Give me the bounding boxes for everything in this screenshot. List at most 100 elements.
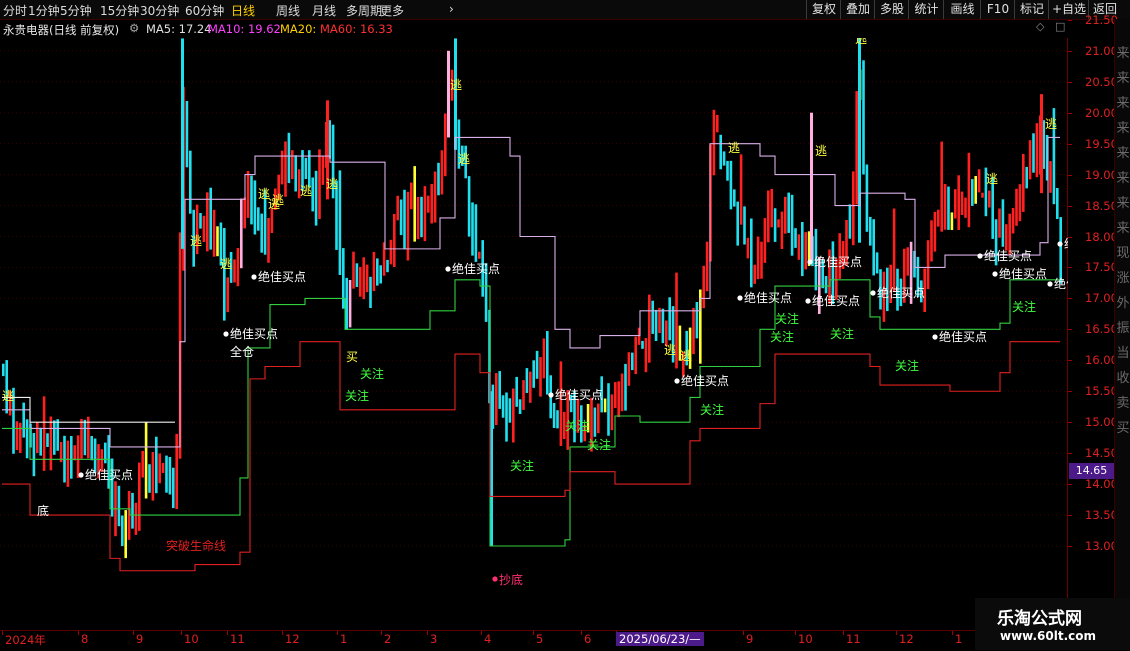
price-bar xyxy=(406,191,410,261)
watch-label: 关注 xyxy=(770,329,794,344)
price-bar xyxy=(780,211,784,249)
signal-dot xyxy=(492,576,498,582)
period-tab-3[interactable]: 15分钟 xyxy=(100,2,139,19)
minimize-icon[interactable]: □ xyxy=(1055,20,1065,33)
price-bar xyxy=(359,266,362,297)
price-bar xyxy=(767,190,770,243)
price-bar xyxy=(189,150,192,214)
price-tick xyxy=(1068,50,1072,52)
period-tab-7[interactable]: 周线 xyxy=(276,2,300,19)
price-bar xyxy=(314,170,318,226)
price-bar xyxy=(413,166,416,242)
date-tick-label: 3 xyxy=(430,632,438,646)
ma60-label: MA60: 16.33 xyxy=(320,22,393,36)
stock-title: 永贵电器(日线 前复权) xyxy=(3,23,120,37)
price-bar xyxy=(1059,217,1062,284)
price-bar xyxy=(90,436,93,461)
kline-chart[interactable]: 逃逃逃逃 逃逃 逃逃 逃逃 逃逃逃逃逃逃逃绝佳买点绝佳买点绝佳买点绝佳买点绝佳买点绝佳买… xyxy=(0,38,1068,630)
price-bar xyxy=(467,176,471,237)
strip-char: 卖 xyxy=(1116,396,1130,411)
period-tab-10[interactable]: 更多 xyxy=(380,2,404,19)
price-bar xyxy=(692,307,695,355)
price-bar xyxy=(848,204,852,239)
date-tick-label: 2024年 xyxy=(5,633,46,647)
chevron-right-icon[interactable]: › xyxy=(449,2,454,16)
period-tab-4[interactable]: 30分钟 xyxy=(140,2,179,19)
date-tick-label: 9 xyxy=(136,632,144,646)
price-bar xyxy=(763,218,767,263)
price-tick xyxy=(1068,515,1072,517)
price-bar xyxy=(134,502,138,535)
date-tick xyxy=(427,631,428,635)
signal-dot xyxy=(251,274,257,280)
diamond-icon[interactable]: ◇ xyxy=(1036,20,1044,33)
price-bar xyxy=(610,394,614,431)
price-bar xyxy=(852,171,855,246)
price-bar xyxy=(80,418,83,459)
period-tab-1[interactable]: 1分钟 xyxy=(28,2,60,19)
price-bar xyxy=(365,264,369,293)
date-tick xyxy=(337,631,338,635)
period-tab-9[interactable]: 多周期 xyxy=(346,2,382,19)
best-buy-label: 绝佳买点 xyxy=(814,254,862,269)
toolbar-button-7[interactable]: +自选 xyxy=(1048,0,1089,19)
price-bar xyxy=(243,197,246,229)
settings-icon[interactable]: ⚙ xyxy=(129,21,139,35)
price-bar xyxy=(498,371,501,409)
price-bar xyxy=(872,219,875,276)
price-bar xyxy=(1035,123,1039,178)
price-bar xyxy=(32,433,36,477)
price-bar xyxy=(654,309,658,341)
price-bar xyxy=(25,419,29,459)
date-tick-label: 10 xyxy=(798,632,813,646)
price-bar xyxy=(794,228,797,248)
price-bar xyxy=(124,510,127,559)
toolbar-button-6[interactable]: 标记 xyxy=(1014,0,1049,19)
price-bar xyxy=(501,395,505,418)
price-bar xyxy=(2,363,5,377)
current-price-tag: 14.65 xyxy=(1069,463,1114,479)
toolbar-button-5[interactable]: F10 xyxy=(980,0,1015,19)
price-tick-label: 15.50 xyxy=(1085,384,1118,399)
signal-dot xyxy=(805,298,811,304)
date-tick xyxy=(581,631,582,635)
signal-dot xyxy=(1057,241,1063,247)
price-tick xyxy=(1068,546,1072,547)
price-bar xyxy=(950,212,954,230)
price-bar xyxy=(940,141,943,232)
strip-char: 来 xyxy=(1116,221,1130,236)
price-bar xyxy=(454,38,457,150)
date-tick-label: 4 xyxy=(484,632,492,646)
price-tick-label: 18.50 xyxy=(1085,198,1118,213)
period-tab-2[interactable]: 5分钟 xyxy=(60,2,92,19)
price-bar xyxy=(505,392,508,442)
date-tick xyxy=(227,631,228,635)
price-bar xyxy=(376,258,379,286)
price-bar xyxy=(515,376,518,407)
price-bar xyxy=(46,433,49,447)
price-bar xyxy=(216,226,219,257)
toolbar-button-0[interactable]: 复权 xyxy=(806,0,841,19)
period-tab-8[interactable]: 月线 xyxy=(312,2,336,19)
price-bar xyxy=(790,194,794,256)
price-bar xyxy=(810,112,813,262)
toolbar-button-1[interactable]: 叠加 xyxy=(840,0,875,19)
price-bar xyxy=(141,450,144,478)
toolbar-button-3[interactable]: 统计 xyxy=(908,0,944,19)
date-tick xyxy=(952,631,953,635)
period-tab-5[interactable]: 60分钟 xyxy=(185,2,224,19)
price-bar xyxy=(784,196,787,234)
price-bar xyxy=(53,420,56,455)
price-bar xyxy=(991,176,994,239)
price-bar xyxy=(352,251,355,289)
period-tab-0[interactable]: 分时 xyxy=(3,2,27,19)
toolbar-button-4[interactable]: 画线 xyxy=(943,0,981,19)
price-tick xyxy=(1068,81,1072,83)
period-tab-6[interactable]: 日线 xyxy=(231,2,255,19)
price-bar xyxy=(138,462,141,531)
price-bar xyxy=(739,154,743,225)
support-line xyxy=(2,279,1060,547)
price-bar xyxy=(726,160,729,181)
best-buy-label: 绝佳买点 xyxy=(230,326,278,341)
toolbar-button-2[interactable]: 多股 xyxy=(874,0,909,19)
